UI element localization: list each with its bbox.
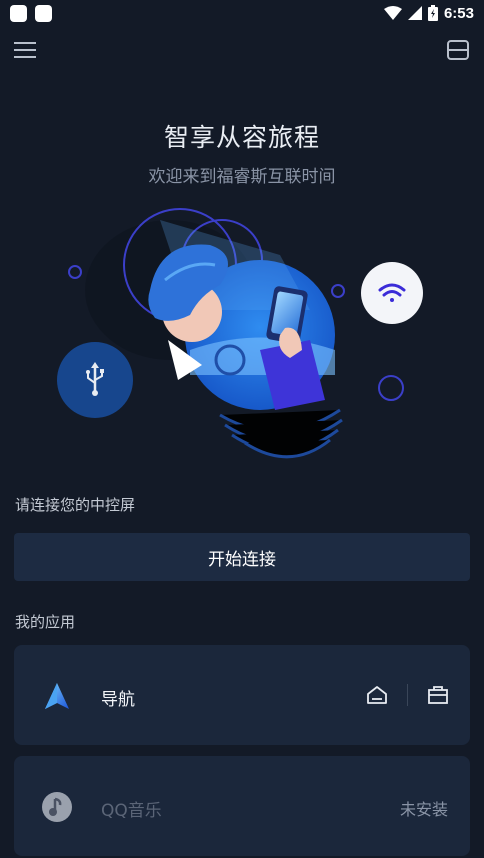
notification-icon [10, 4, 27, 22]
home-icon[interactable] [365, 683, 389, 707]
notification-icon [35, 4, 52, 22]
menu-button[interactable] [11, 36, 39, 64]
cell-signal-icon [407, 6, 422, 20]
wifi-signal-icon [383, 6, 402, 20]
top-bar [0, 36, 484, 64]
start-connect-button[interactable]: 开始连接 [14, 533, 470, 581]
menu-icon [14, 42, 36, 58]
navigation-arrow-icon [41, 680, 73, 712]
install-status: 未安装 [399, 800, 448, 819]
hero-title: 智享从容旅程 [163, 123, 320, 152]
navigation-actions [365, 683, 450, 707]
action-divider [407, 684, 408, 706]
notification-icons [10, 4, 52, 22]
device-icon [447, 40, 469, 60]
battery-icon [427, 5, 438, 21]
app-card-qq-music[interactable]: QQ音乐 未安装 [14, 756, 470, 856]
hero-illustration [57, 208, 423, 459]
app-name-qq-music: QQ音乐 [101, 801, 162, 821]
qq-music-icon [41, 791, 73, 823]
clock: 6:53 [443, 4, 474, 22]
device-button[interactable] [444, 36, 472, 64]
hero-subtitle: 欢迎来到福睿斯互联时间 [148, 167, 336, 187]
connect-prompt: 请连接您的中控屏 [15, 496, 136, 514]
status-bar: 6:53 [0, 0, 484, 26]
briefcase-icon[interactable] [426, 683, 450, 707]
app-name-navigation: 导航 [101, 690, 135, 710]
my-apps-heading: 我的应用 [15, 613, 76, 631]
app-card-navigation[interactable]: 导航 [14, 645, 470, 745]
